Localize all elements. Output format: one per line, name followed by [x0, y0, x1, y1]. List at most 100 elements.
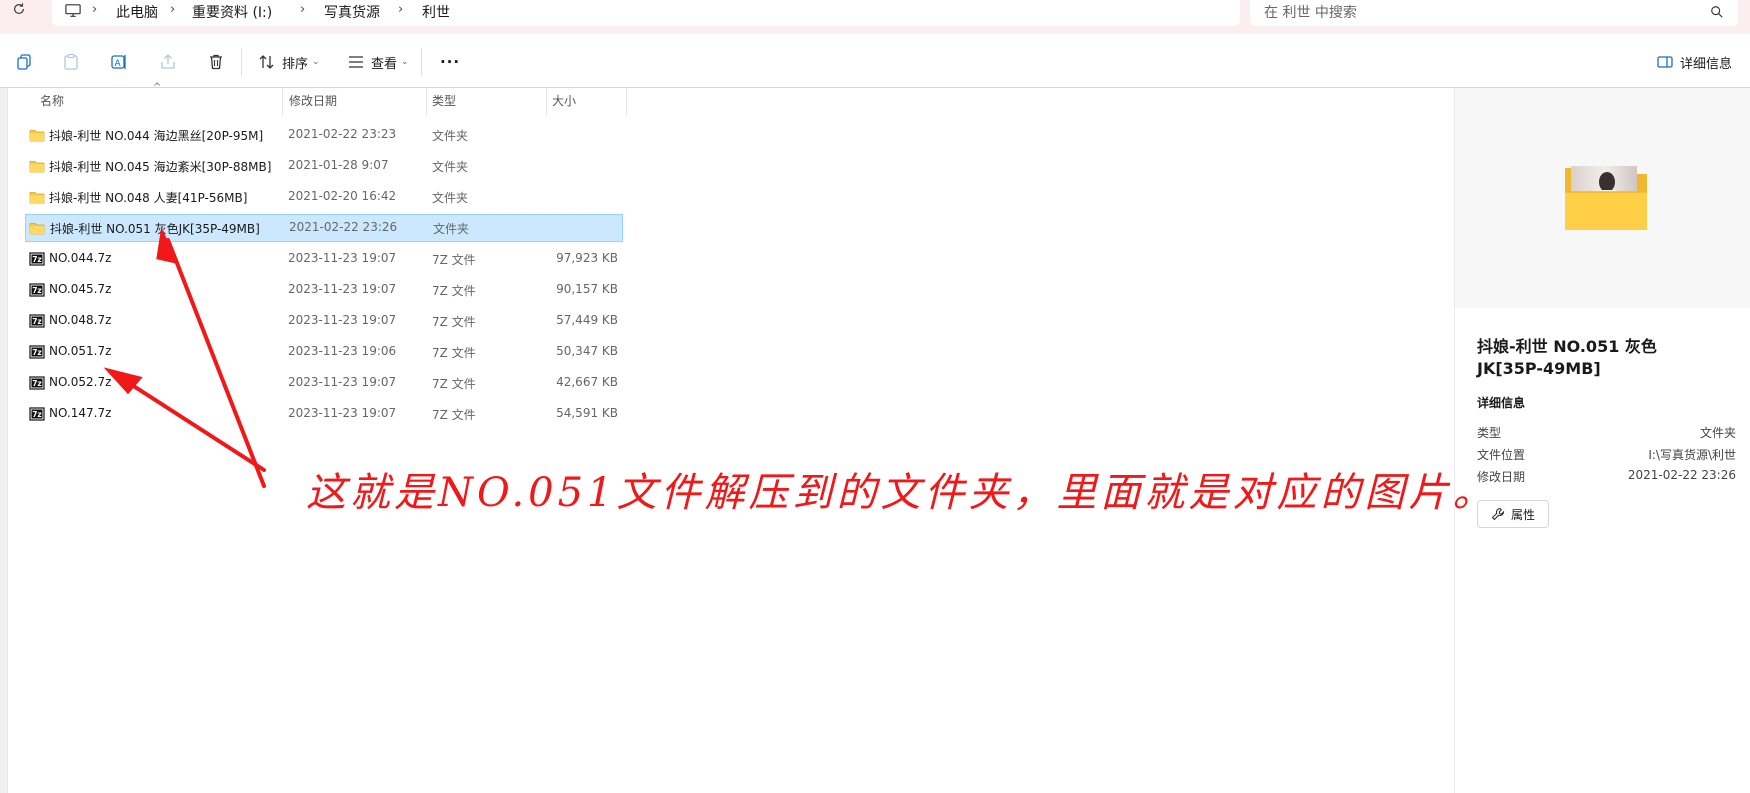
file-date: 2023-11-23 19:07: [288, 375, 397, 389]
refresh-icon[interactable]: [12, 2, 34, 22]
column-header-date[interactable]: 修改日期: [289, 92, 337, 109]
details-label: 详细信息: [1680, 56, 1733, 72]
list-item[interactable]: 抖娘-利世 NO.044 海边黑丝[20P-95M] 2021-02-22 23…: [25, 121, 623, 149]
view-label: 查看: [371, 56, 398, 72]
file-size: 90,157 KB: [556, 282, 618, 296]
list-item[interactable]: 7z NO.048.7z 2023-11-23 19:07 7Z 文件 57,4…: [25, 307, 623, 335]
file-date: 2021-01-28 9:07: [288, 158, 389, 172]
folder-icon: [29, 220, 45, 235]
toolbar-divider: [241, 48, 242, 76]
file-date: 2021-02-20 16:42: [288, 189, 397, 203]
file-date: 2021-02-22 23:26: [289, 220, 398, 234]
properties-label: 属性: [1510, 507, 1535, 522]
details-title: 抖娘-利世 NO.051 灰色 JK[35P-49MB]: [1477, 336, 1737, 380]
details-key-type: 类型: [1477, 426, 1502, 440]
sort-button[interactable]: 排序 ⌄: [258, 50, 320, 74]
folder-icon: [29, 127, 45, 142]
sort-icon: [259, 55, 274, 69]
breadcrumb[interactable]: › 此电脑 › 重要资料 (I:) › 写真货源 › 利世: [52, 0, 1240, 26]
details-value-type: 文件夹: [1699, 426, 1736, 440]
file-name: 抖娘-利世 NO.045 海边紊米[30P-88MB]: [49, 160, 272, 174]
file-name: 抖娘-利世 NO.044 海边黑丝[20P-95M]: [49, 129, 264, 143]
file-name: NO.045.7z: [49, 282, 112, 296]
file-name: NO.051.7z: [49, 344, 112, 358]
folder-icon: [29, 158, 45, 173]
list-item[interactable]: 抖娘-利世 NO.045 海边紊米[30P-88MB] 2021-01-28 9…: [25, 152, 623, 180]
column-divider[interactable]: [282, 88, 283, 116]
copy-icon[interactable]: [12, 50, 36, 74]
file-name: 抖娘-利世 NO.048 人妻[41P-56MB]: [49, 191, 248, 205]
file-explorer-window: › 此电脑 › 重要资料 (I:) › 写真货源 › 利世 在 利世 中搜索 A: [0, 0, 1750, 793]
column-header-size[interactable]: 大小: [552, 92, 576, 109]
list-item[interactable]: 抖娘-利世 NO.048 人妻[41P-56MB] 2021-02-20 16:…: [25, 183, 623, 211]
details-pane-button[interactable]: 详细信息: [1656, 50, 1732, 74]
file-type: 文件夹: [432, 129, 469, 143]
rename-icon[interactable]: A: [107, 50, 131, 74]
sort-label: 排序: [282, 56, 309, 72]
search-input[interactable]: 在 利世 中搜索: [1250, 0, 1738, 26]
annotation-text: 这就是NO.051文件解压到的文件夹，里面就是对应的图片。: [306, 470, 1497, 516]
file-type: 文件夹: [432, 160, 469, 174]
details-title-line1: 抖娘-利世 NO.051 灰色: [1477, 337, 1657, 356]
file-name: NO.048.7z: [49, 313, 112, 327]
file-date: 2023-11-23 19:06: [288, 344, 397, 358]
svg-text:7z: 7z: [32, 410, 42, 419]
breadcrumb-current[interactable]: 利世: [422, 2, 450, 22]
toolbar-divider: [421, 48, 422, 76]
details-pane: 抖娘-利世 NO.051 灰色 JK[35P-49MB] 详细信息 类型 文件夹…: [1454, 88, 1750, 793]
column-divider[interactable]: [546, 88, 547, 116]
file-size: 97,923 KB: [556, 251, 618, 265]
breadcrumb-this-pc[interactable]: 此电脑: [116, 2, 158, 22]
view-button[interactable]: 查看 ⌄: [347, 50, 409, 74]
list-item[interactable]: 7z NO.044.7z 2023-11-23 19:07 7Z 文件 97,9…: [25, 245, 623, 273]
list-item[interactable]: 7z NO.052.7z 2023-11-23 19:07 7Z 文件 42,6…: [25, 369, 623, 397]
svg-text:7z: 7z: [32, 286, 42, 295]
svg-text:7z: 7z: [32, 348, 42, 357]
share-icon[interactable]: [156, 50, 180, 74]
list-item[interactable]: 7z NO.147.7z 2023-11-23 19:07 7Z 文件 54,5…: [25, 400, 623, 428]
list-item[interactable]: 7z NO.051.7z 2023-11-23 19:06 7Z 文件 50,3…: [25, 338, 623, 366]
more-options-button[interactable]: ···: [440, 50, 460, 74]
file-date: 2023-11-23 19:07: [288, 406, 397, 420]
file-size: 50,347 KB: [556, 344, 618, 358]
file-type: 7Z 文件: [432, 408, 476, 422]
svg-text:7z: 7z: [32, 255, 42, 264]
column-header-name[interactable]: 名称: [40, 92, 64, 109]
archive-7z-icon: 7z: [29, 375, 45, 390]
delete-icon[interactable]: [204, 50, 228, 74]
breadcrumb-folder[interactable]: 写真货源: [324, 2, 380, 22]
nav-pane-edge[interactable]: [0, 88, 8, 793]
search-placeholder: 在 利世 中搜索: [1264, 5, 1357, 21]
list-item-selected[interactable]: 抖娘-利世 NO.051 灰色JK[35P-49MB] 2021-02-22 2…: [25, 214, 623, 242]
file-name: NO.147.7z: [49, 406, 112, 420]
paste-icon[interactable]: [59, 50, 83, 74]
view-icon: [349, 56, 363, 68]
preview-area: [1455, 88, 1750, 308]
file-type: 7Z 文件: [432, 377, 476, 391]
file-type: 文件夹: [432, 191, 469, 205]
list-item[interactable]: 7z NO.045.7z 2023-11-23 19:07 7Z 文件 90,1…: [25, 276, 623, 304]
file-date: 2023-11-23 19:07: [288, 282, 397, 296]
file-size: 42,667 KB: [556, 375, 618, 389]
svg-text:7z: 7z: [32, 379, 42, 388]
file-name: NO.052.7z: [49, 375, 112, 389]
chevron-right-icon: ›: [92, 2, 98, 17]
folder-thumbnail-icon: [1563, 162, 1649, 234]
chevron-down-icon: ⌄: [312, 57, 320, 67]
details-pane-icon: [1657, 56, 1673, 68]
svg-text:A: A: [115, 59, 122, 69]
column-header-type[interactable]: 类型: [432, 92, 456, 109]
sort-ascending-icon: ^: [153, 82, 162, 93]
details-value-location[interactable]: I:\写真货源\利世: [1648, 446, 1736, 463]
column-divider[interactable]: [626, 88, 627, 116]
breadcrumb-drive[interactable]: 重要资料 (I:): [192, 2, 272, 22]
command-bar: A 排序 ⌄ 查看 ⌄ ··· 详细信息: [0, 34, 1750, 88]
search-icon[interactable]: [1710, 4, 1726, 20]
chevron-down-icon: ⌄: [401, 57, 409, 67]
computer-icon: [64, 3, 84, 21]
file-name: NO.044.7z: [49, 251, 112, 265]
column-divider[interactable]: [426, 88, 427, 116]
file-type: 7Z 文件: [432, 346, 476, 360]
file-type: 7Z 文件: [432, 253, 476, 267]
folder-icon: [29, 189, 45, 204]
